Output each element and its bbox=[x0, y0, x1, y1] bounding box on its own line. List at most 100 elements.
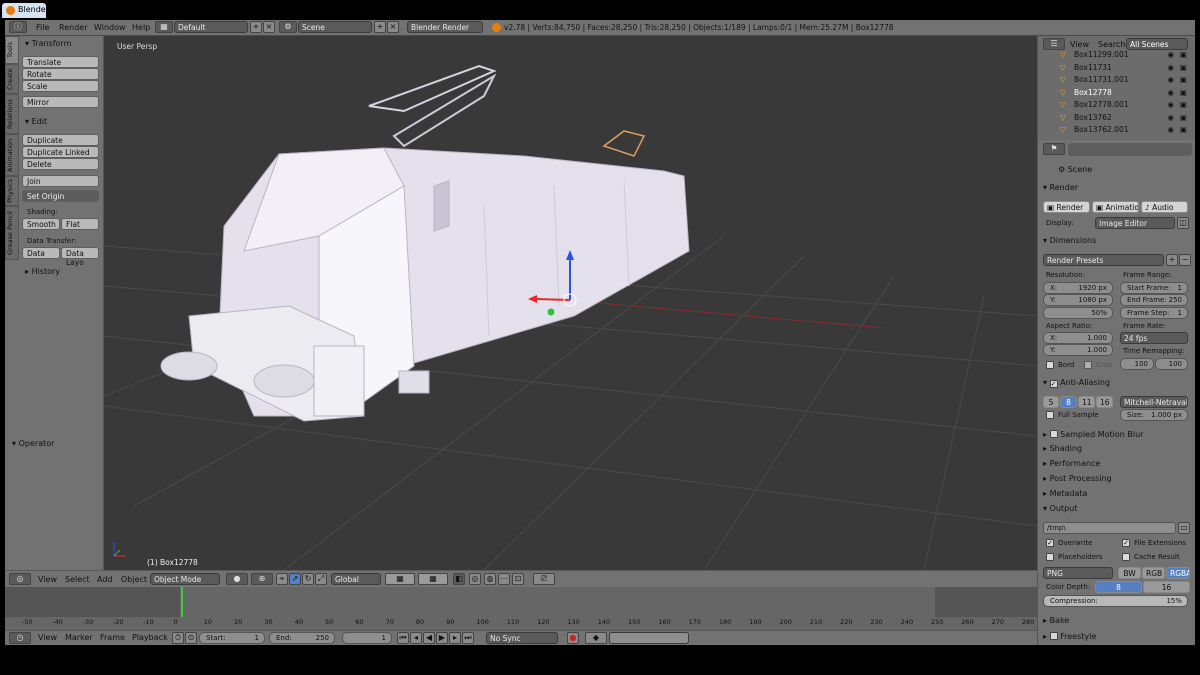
prev-keyframe-icon[interactable]: ◂ bbox=[410, 632, 422, 644]
outliner-row[interactable]: ▽ Box11731 ◉ ▣ bbox=[1052, 63, 1190, 75]
flat-button[interactable]: Flat bbox=[61, 218, 99, 230]
tab-grease-pencil[interactable]: Grease Pencil bbox=[5, 206, 19, 260]
aa-samples-16[interactable]: 16 bbox=[1096, 396, 1113, 408]
post-processing-panel-header[interactable]: ▸ Post Processing bbox=[1043, 474, 1191, 483]
visibility-eye-icon[interactable]: ◉ bbox=[1167, 50, 1174, 59]
tab-relations[interactable]: Relations bbox=[5, 94, 19, 134]
snap-element-icon[interactable]: ⋯ bbox=[498, 573, 510, 585]
operator-panel-header[interactable]: ▾ Operator bbox=[12, 439, 54, 448]
snap-toggle-icon[interactable]: ◍ bbox=[484, 573, 496, 585]
visibility-eye-icon[interactable]: ◉ bbox=[1167, 63, 1174, 72]
next-keyframe-icon[interactable]: ▸ bbox=[449, 632, 461, 644]
menu-file[interactable]: File bbox=[36, 23, 49, 32]
outliner-row[interactable]: ▽ Box12778.001 ◉ ▣ bbox=[1052, 100, 1190, 112]
menu-search[interactable]: Search bbox=[1098, 40, 1125, 49]
lock-interface-icon[interactable]: ◫ bbox=[1177, 217, 1189, 229]
scene-field[interactable]: Scene bbox=[298, 21, 372, 33]
full-sample-checkbox[interactable] bbox=[1046, 411, 1054, 419]
orientation-select[interactable]: Global bbox=[331, 573, 381, 585]
file-extensions-checkbox[interactable]: ✓ bbox=[1122, 539, 1130, 547]
visibility-eye-icon[interactable]: ◉ bbox=[1167, 125, 1174, 134]
scale-button[interactable]: Scale bbox=[22, 80, 99, 92]
start-frame-field[interactable]: Start: 1 bbox=[199, 632, 265, 644]
current-frame-field[interactable]: 1 bbox=[342, 632, 392, 644]
outliner-row[interactable]: ▽ Box11299.001 ◉ ▣ bbox=[1052, 50, 1190, 62]
render-camera-icon[interactable]: ▣ bbox=[1180, 50, 1187, 59]
rotate-button[interactable]: Rotate bbox=[22, 68, 99, 80]
remap-old-field[interactable]: 100 bbox=[1120, 358, 1154, 370]
file-format-select[interactable]: PNG bbox=[1043, 567, 1113, 579]
keying-set-field[interactable] bbox=[609, 632, 689, 644]
tab-animation[interactable]: Animation bbox=[5, 134, 19, 176]
render-presets-select[interactable]: Render Presets bbox=[1043, 254, 1164, 266]
layers-icon[interactable]: ▦ bbox=[385, 573, 415, 585]
menu-help[interactable]: Help bbox=[132, 23, 150, 32]
metadata-panel-header[interactable]: ▸ Metadata bbox=[1043, 489, 1191, 498]
duplicate-button[interactable]: Duplicate bbox=[22, 134, 99, 146]
remove-scene-icon[interactable]: × bbox=[387, 21, 399, 33]
current-frame-marker[interactable] bbox=[181, 587, 183, 617]
menu-frame[interactable]: Frame bbox=[100, 633, 125, 642]
play-reverse-icon[interactable]: ◀ bbox=[423, 632, 435, 644]
menu-window[interactable]: Window bbox=[94, 23, 126, 32]
color-rgba-button[interactable]: RGBA bbox=[1166, 567, 1190, 579]
delete-button[interactable]: Delete bbox=[22, 158, 99, 170]
crop-checkbox[interactable] bbox=[1084, 361, 1092, 369]
translate-button[interactable]: Translate bbox=[22, 56, 99, 68]
aa-samples-11[interactable]: 11 bbox=[1078, 396, 1095, 408]
aa-samples-8[interactable]: 8 bbox=[1060, 396, 1077, 408]
visibility-eye-icon[interactable]: ◉ bbox=[1167, 100, 1174, 109]
folder-icon[interactable]: ▭ bbox=[1178, 522, 1190, 534]
border-checkbox[interactable] bbox=[1046, 361, 1054, 369]
snap-target-icon[interactable]: ⊡ bbox=[512, 573, 524, 585]
render-camera-icon[interactable]: ▣ bbox=[1180, 113, 1187, 122]
performance-panel-header[interactable]: ▸ Performance bbox=[1043, 459, 1191, 468]
remap-new-field[interactable]: 100 bbox=[1155, 358, 1188, 370]
mode-select[interactable]: Object Mode bbox=[150, 573, 220, 585]
scale-manipulator-icon[interactable]: ⤢ bbox=[315, 573, 327, 585]
layers-icon[interactable]: ▦ bbox=[418, 573, 448, 585]
visibility-eye-icon[interactable]: ◉ bbox=[1167, 88, 1174, 97]
rotate-manipulator-icon[interactable]: ↻ bbox=[302, 573, 314, 585]
render-button[interactable]: ▣ Render bbox=[1043, 201, 1090, 213]
editor-type-timeline-icon[interactable]: ◷ bbox=[9, 632, 31, 644]
resolution-x-field[interactable]: X: 1920 px bbox=[1043, 282, 1113, 294]
editor-type-icon[interactable]: ⓘ bbox=[9, 21, 27, 33]
aspect-x-field[interactable]: X: 1.000 bbox=[1043, 332, 1113, 344]
outliner-row[interactable]: ▽ Box12778 ◉ ▣ bbox=[1052, 88, 1190, 100]
cache-result-checkbox[interactable] bbox=[1122, 553, 1130, 561]
menu-playback[interactable]: Playback bbox=[132, 633, 168, 642]
render-panel-header[interactable]: ▾ Render bbox=[1043, 183, 1191, 192]
join-button[interactable]: Join bbox=[22, 175, 99, 187]
smooth-button[interactable]: Smooth bbox=[22, 218, 60, 230]
motion-blur-panel-header[interactable]: ▸ Sampled Motion Blur bbox=[1043, 429, 1191, 439]
jump-end-icon[interactable]: ⏭ bbox=[462, 632, 474, 644]
mirror-button[interactable]: Mirror bbox=[22, 96, 99, 108]
output-panel-header[interactable]: ▾ Output bbox=[1043, 504, 1191, 513]
outliner[interactable]: ☰ View Search All Scenes ▽ Box11299.001 ◉ ▣… bbox=[1038, 36, 1195, 140]
opengl-render-icon[interactable]: ⎚ bbox=[533, 573, 555, 585]
visibility-eye-icon[interactable]: ◉ bbox=[1167, 113, 1174, 122]
tab-tools[interactable]: Tools bbox=[5, 36, 19, 64]
frame-step-field[interactable]: Frame Step: 1 bbox=[1120, 307, 1188, 319]
tab-create[interactable]: Create bbox=[5, 64, 19, 94]
menu-add[interactable]: Add bbox=[97, 575, 113, 584]
editor-type-properties-icon[interactable]: ⚑ bbox=[1043, 143, 1065, 155]
depth-16-button[interactable]: 16 bbox=[1143, 581, 1190, 593]
add-layout-icon[interactable]: + bbox=[250, 21, 262, 33]
anti-aliasing-checkbox[interactable]: ✓ bbox=[1049, 380, 1058, 388]
freestyle-checkbox[interactable] bbox=[1049, 632, 1058, 640]
end-frame-field[interactable]: End Frame: 250 bbox=[1120, 294, 1188, 306]
preview-range-icon[interactable]: ⏱ bbox=[172, 632, 184, 644]
color-bw-button[interactable]: BW bbox=[1118, 567, 1141, 579]
menu-view[interactable]: View bbox=[38, 575, 57, 584]
edit-panel-header[interactable]: ▾ Edit bbox=[25, 117, 47, 126]
motion-blur-checkbox[interactable] bbox=[1049, 430, 1058, 438]
lock-layers-icon[interactable]: ◧ bbox=[453, 573, 465, 585]
menu-object[interactable]: Object bbox=[121, 575, 147, 584]
freestyle-panel-header[interactable]: ▸ Freestyle bbox=[1043, 631, 1191, 641]
editor-type-3d-icon[interactable]: ◎ bbox=[9, 573, 31, 585]
render-camera-icon[interactable]: ▣ bbox=[1180, 63, 1187, 72]
output-path-field[interactable]: /tmp\ bbox=[1043, 522, 1176, 534]
menu-view[interactable]: View bbox=[38, 633, 57, 642]
